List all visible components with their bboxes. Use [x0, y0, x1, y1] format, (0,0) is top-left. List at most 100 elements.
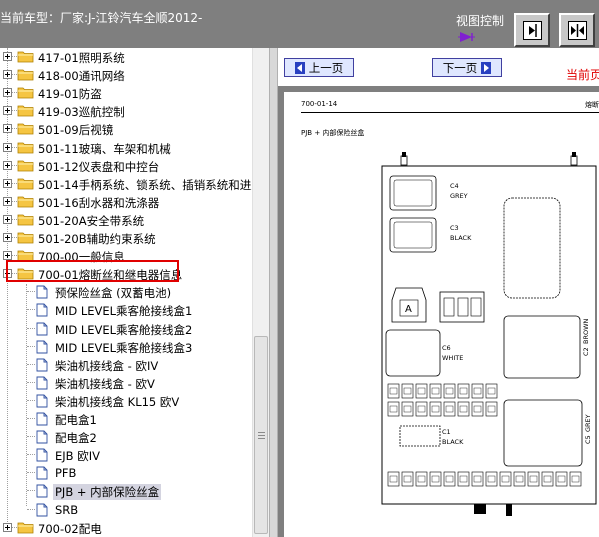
folder-icon: [17, 142, 34, 153]
tree-item-label: PFB: [55, 466, 77, 481]
tree-item-label: 501-14手柄系统、锁系统、插销系统和进入: [38, 177, 252, 192]
tree-scrollbar[interactable]: [252, 48, 269, 537]
relay-a-label: A: [405, 304, 412, 315]
c2-color: BROWN: [582, 318, 590, 344]
tree-folder-item[interactable]: 501-09后视镜: [0, 120, 252, 138]
tree-document-item[interactable]: MID LEVEL乘客舱接线盒2: [0, 320, 252, 338]
folder-icon: [17, 105, 34, 117]
next-page-button[interactable]: 下一页: [432, 58, 502, 77]
tree-folder-item[interactable]: 501-20B辅助约束系统: [0, 229, 252, 247]
split-view-button[interactable]: [559, 13, 595, 47]
expand-plus-icon[interactable]: [3, 251, 12, 261]
fuse-slot: [415, 383, 428, 399]
folder-icon: [17, 160, 34, 171]
connector-c3: [389, 217, 437, 253]
expand-plus-icon[interactable]: [3, 70, 12, 80]
expand-plus-icon[interactable]: [3, 106, 12, 116]
tree-document-item[interactable]: 配电盒1: [0, 410, 252, 428]
tree-item-label: 501-12仪表盘和中控台: [38, 159, 160, 174]
fuse-slot: [429, 383, 442, 399]
scrollbar-thumb[interactable]: [254, 336, 268, 534]
c3-label: C3: [450, 224, 459, 232]
document-icon: [36, 394, 48, 408]
fuse-slot: [513, 471, 526, 487]
folder-icon: [17, 214, 34, 226]
panel-splitter[interactable]: [269, 48, 278, 537]
expand-plus-icon[interactable]: [3, 142, 12, 152]
document-icon: [36, 285, 48, 299]
fuse-slot: [429, 471, 442, 487]
tree-item-label: 配电盒1: [55, 413, 97, 427]
tree-folder-item[interactable]: 419-03巡航控制: [0, 102, 252, 120]
tree-document-item[interactable]: 柴油机接线盒 - 欧V: [0, 374, 252, 392]
expand-plus-icon[interactable]: [3, 124, 12, 134]
expand-plus-icon[interactable]: [3, 52, 12, 61]
tree-folder-item[interactable]: 501-11玻璃、车架和机械: [0, 139, 252, 157]
tree-item-label: 501-16刮水器和洗涤器: [38, 195, 160, 210]
fuse-slot: [485, 383, 498, 399]
collapse-tree-button[interactable]: [514, 13, 550, 47]
fuse-slot: [415, 401, 428, 417]
arrow-right-icon: [529, 24, 537, 37]
expand-plus-icon[interactable]: [3, 178, 12, 188]
tree-folder-item[interactable]: 419-01防盗: [0, 84, 252, 102]
next-page-label: 下一页: [442, 60, 478, 75]
view-control-arrow-icon[interactable]: [457, 30, 477, 44]
tree-document-item[interactable]: MID LEVEL乘客舱接线盒3: [0, 338, 252, 356]
c6-label: C6: [442, 344, 451, 352]
folder-icon: [17, 178, 34, 190]
tree-document-item[interactable]: 柴油机接线盒 KL15 欧V: [0, 392, 252, 410]
category-tree: 417-01照明系统 418-00通讯网络 419-01防盗 419-03巡航控制 50…: [0, 48, 252, 537]
connector-c2: [503, 315, 581, 379]
expand-plus-icon[interactable]: [3, 214, 12, 224]
c4-color: GREY: [450, 192, 468, 200]
folder-icon: [17, 87, 34, 99]
connector-c6: [385, 329, 441, 377]
expand-plus-icon[interactable]: [3, 160, 12, 170]
connector-c5: [503, 399, 583, 467]
tree-item-label: 501-20B辅助约束系统: [38, 232, 156, 246]
previous-page-button[interactable]: 上一页: [284, 58, 354, 77]
tree-document-item[interactable]: SRB: [0, 501, 252, 519]
fuse-slot: [401, 401, 414, 417]
tree-folder-item[interactable]: 501-20A安全带系统: [0, 211, 252, 229]
tree-folder-item[interactable]: 700-02配电: [0, 519, 252, 537]
vehicle-model-title: 当前车型：厂家:J-江铃汽车全顺2012-: [0, 11, 203, 25]
selection-highlight-box: [6, 260, 179, 282]
c2-label: C2: [582, 347, 590, 356]
tree-document-item[interactable]: 配电盒2: [0, 428, 252, 446]
expand-plus-icon[interactable]: [3, 522, 12, 532]
view-control-label: 视图控制: [456, 14, 505, 28]
header-rule: [301, 112, 599, 113]
tree-document-item[interactable]: PFB: [0, 464, 252, 482]
c3-color: BLACK: [450, 234, 472, 242]
page-code: 700-01-14: [301, 100, 338, 108]
tree-document-item[interactable]: PJB + 内部保险丝盒: [0, 482, 252, 501]
fuse-slot: [471, 471, 484, 487]
tree-document-item[interactable]: MID LEVEL乘客舱接线盒1: [0, 301, 252, 319]
expand-plus-icon[interactable]: [3, 88, 12, 98]
tree-folder-item[interactable]: 501-14手柄系统、锁系统、插销系统和进入: [0, 175, 252, 193]
fuse-slot: [387, 383, 400, 399]
bottom-pin: [474, 504, 486, 514]
tree-document-item[interactable]: 预保险丝盒 (双蓄电池): [0, 283, 252, 301]
expand-plus-icon[interactable]: [3, 196, 12, 206]
title-bar: 当前车型：厂家:J-江铃汽车全顺2012- 视图控制: [0, 0, 599, 48]
tree-item-label: MID LEVEL乘客舱接线盒2: [55, 322, 193, 337]
expand-plus-icon[interactable]: [3, 233, 12, 242]
tree-folder-item[interactable]: 418-00通讯网络: [0, 66, 252, 84]
tree-folder-item[interactable]: 501-12仪表盘和中控台: [0, 157, 252, 175]
relay-pins: [439, 291, 485, 323]
tree-item-label: MID LEVEL乘客舱接线盒3: [55, 340, 193, 355]
tree-item-label: 501-20A安全带系统: [38, 213, 145, 228]
tree-document-item[interactable]: 柴油机接线盒 - 欧IV: [0, 356, 252, 374]
tree-item-label: 柴油机接线盒 - 欧IV: [55, 358, 159, 373]
tree-item-label: 配电盒2: [55, 431, 97, 446]
tree-document-item[interactable]: EJB 欧IV: [0, 446, 252, 464]
tree-item-label: 419-03巡航控制: [38, 105, 125, 120]
document-viewer: 上一页 下一页 当前页 700-01-14 熔断 PJB + 内部保险丝盒 C4…: [278, 48, 599, 537]
fuse-slot: [569, 471, 582, 487]
tree-folder-item[interactable]: 501-16刮水器和洗涤器: [0, 193, 252, 211]
tree-folder-item[interactable]: 417-01照明系统: [0, 48, 252, 66]
folder-icon: [17, 522, 34, 533]
